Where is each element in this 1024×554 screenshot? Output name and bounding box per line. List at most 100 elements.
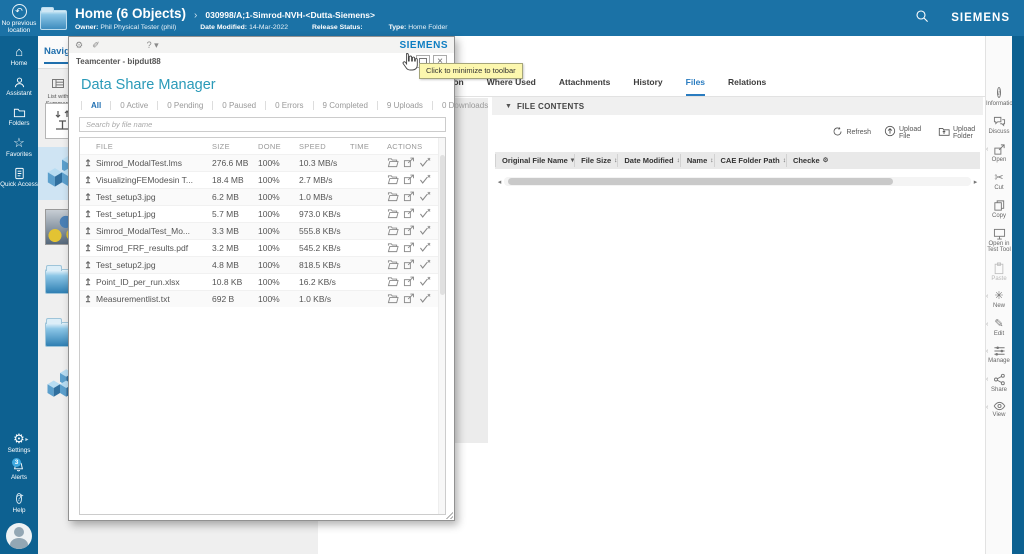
open-location-icon[interactable]: [403, 208, 415, 221]
sidebar-item-settings[interactable]: ⚙ ▸ Settings: [8, 432, 31, 454]
filter-tab[interactable]: 0 Active: [110, 101, 157, 110]
open-containing-folder-icon[interactable]: [387, 293, 399, 306]
command-new[interactable]: ‹ ✳ New: [986, 290, 1012, 310]
file-table-column[interactable]: Checke ⚙: [786, 154, 829, 167]
transfer-row[interactable]: ↥ Simrod_FRF_results.pdf 3.2 MB 100% 545…: [80, 239, 445, 256]
sidebar-item-favorites[interactable]: ☆ Favorites: [0, 136, 38, 158]
eye-icon: [986, 401, 1012, 411]
transfer-row[interactable]: ↥ Point_ID_per_run.xlsx 10.8 KB 100% 16.…: [80, 273, 445, 290]
breadcrumb[interactable]: 030998/A;1-Simrod-NVH-<Dutta-Siemens>: [205, 10, 375, 20]
clear-entry-icon[interactable]: [419, 225, 431, 238]
open-location-icon[interactable]: [403, 191, 415, 204]
sort-indicator[interactable]: ⚙: [823, 154, 829, 167]
open-containing-folder-icon[interactable]: [387, 208, 399, 221]
command-share[interactable]: ‹ Share: [986, 373, 1012, 394]
open-location-icon[interactable]: [403, 174, 415, 187]
open-location-icon[interactable]: [403, 225, 415, 238]
command-discuss[interactable]: Discuss: [986, 116, 1012, 136]
command-view[interactable]: ‹ View: [986, 401, 1012, 419]
transfer-row[interactable]: ↥ Test_setup1.jpg 5.7 MB 100% 973.0 KB/s: [80, 205, 445, 222]
scrollbar-thumb[interactable]: [508, 178, 893, 185]
upload-folder-button[interactable]: Upload Folder: [938, 124, 979, 142]
done-percent: 100%: [258, 209, 299, 219]
gear-icon[interactable]: ⚙: [75, 40, 83, 51]
file-search-input[interactable]: [79, 117, 446, 132]
scrollbar-track[interactable]: [504, 177, 971, 186]
upload-file-button[interactable]: Upload File: [884, 124, 925, 142]
transfer-row[interactable]: ↥ Simrod_ModalTest.lms 276.6 MB 100% 10.…: [80, 154, 445, 171]
open-location-icon[interactable]: [403, 293, 415, 306]
clear-entry-icon[interactable]: [419, 242, 431, 255]
file-contents-section-header[interactable]: ▼ FILE CONTENTS: [492, 97, 983, 115]
upload-arrow-icon: ↥: [80, 243, 96, 254]
open-location-icon[interactable]: [403, 157, 415, 170]
clear-entry-icon[interactable]: [419, 259, 431, 272]
filter-tab[interactable]: 0 Errors: [265, 101, 312, 110]
refresh-button[interactable]: Refresh: [832, 124, 871, 142]
file-table-column[interactable]: CAE Folder Path ↕: [714, 154, 786, 167]
scroll-left-icon[interactable]: ◂: [495, 178, 504, 186]
right-command-rail: i Information Discuss ‹ Open ✂ Cut Copy: [985, 36, 1012, 554]
open-location-icon[interactable]: [403, 259, 415, 272]
command-open-in-test-tool[interactable]: Open in Test Tool: [986, 228, 1012, 254]
command-edit[interactable]: ‹ ✎ Edit: [986, 318, 1012, 338]
transfer-row[interactable]: ↥ Test_setup2.jpg 4.8 MB 100% 818.5 KB/s: [80, 256, 445, 273]
command-manage[interactable]: ‹ Manage: [986, 345, 1012, 365]
command-open[interactable]: ‹ Open: [986, 143, 1012, 164]
horizontal-scrollbar[interactable]: ◂ ▸: [495, 176, 980, 187]
transfer-row[interactable]: ↥ Simrod_ModalTest_Mo... 3.3 MB 100% 555…: [80, 222, 445, 239]
done-percent: 100%: [258, 175, 299, 185]
transfer-row[interactable]: ↥ Measurementlist.txt 692 B 100% 1.0 KB/…: [80, 290, 445, 307]
command-paste[interactable]: Paste: [986, 262, 1012, 283]
transfer-row[interactable]: ↥ VisualizingFEModesin T... 18.4 MB 100%…: [80, 171, 445, 188]
file-table-column[interactable]: Name ↕: [680, 154, 714, 167]
user-avatar[interactable]: [6, 523, 32, 549]
open-containing-folder-icon[interactable]: [387, 174, 399, 187]
tools-icon[interactable]: ✐: [92, 40, 100, 51]
copy-icon: [986, 199, 1012, 212]
command-information[interactable]: i Information: [986, 82, 1012, 108]
discuss-icon: [986, 116, 1012, 128]
open-location-icon[interactable]: [403, 276, 415, 289]
open-location-icon[interactable]: [403, 242, 415, 255]
flyout-chevron-icon: ‹: [986, 293, 988, 300]
open-containing-folder-icon[interactable]: [387, 259, 399, 272]
filter-tab[interactable]: 0 Downloads: [432, 101, 497, 110]
filter-tab[interactable]: 0 Paused: [212, 101, 265, 110]
file-table-column[interactable]: Date Modified ↕: [617, 154, 679, 167]
file-table-column[interactable]: Original File Name ▾: [495, 154, 574, 167]
filter-tab[interactable]: 0 Pending: [157, 101, 212, 110]
file-name: VisualizingFEModesin T...: [96, 175, 212, 185]
sidebar-item-assistant[interactable]: Assistant: [0, 76, 38, 97]
vertical-scrollbar[interactable]: [438, 138, 445, 514]
sidebar-item-home[interactable]: ⌂ Home: [0, 45, 38, 67]
back-nav[interactable]: ↶ No previous location: [0, 3, 38, 34]
open-containing-folder-icon[interactable]: [387, 191, 399, 204]
sidebar-item-help[interactable]: ? ▸ Help: [13, 488, 26, 514]
search-icon[interactable]: [915, 9, 929, 28]
transfer-row[interactable]: ↥ Test_setup3.jpg 6.2 MB 100% 1.0 MB/s: [80, 188, 445, 205]
scrollbar-thumb[interactable]: [440, 155, 445, 295]
filter-tab[interactable]: 9 Completed: [313, 101, 377, 110]
open-containing-folder-icon[interactable]: [387, 276, 399, 289]
upload-arrow-icon: ↥: [80, 209, 96, 220]
filter-tab[interactable]: 9 Uploads: [377, 101, 432, 110]
file-table-column[interactable]: File Size ↕: [574, 154, 617, 167]
clear-entry-icon[interactable]: [419, 208, 431, 221]
clear-entry-icon[interactable]: [419, 191, 431, 204]
clear-entry-icon[interactable]: [419, 276, 431, 289]
scroll-right-icon[interactable]: ▸: [971, 178, 980, 186]
sidebar-item-alerts[interactable]: 3 Alerts: [11, 461, 27, 481]
clear-entry-icon[interactable]: [419, 157, 431, 170]
command-copy[interactable]: Copy: [986, 199, 1012, 220]
open-containing-folder-icon[interactable]: [387, 242, 399, 255]
help-menu[interactable]: ? ▾: [147, 40, 159, 51]
filter-tab[interactable]: All: [81, 101, 110, 110]
clear-entry-icon[interactable]: [419, 293, 431, 306]
command-cut[interactable]: ✂ Cut: [986, 172, 1012, 192]
sidebar-item-quick-access[interactable]: Quick Access: [0, 167, 38, 188]
sidebar-item-folders[interactable]: Folders: [0, 106, 38, 127]
clear-entry-icon[interactable]: [419, 174, 431, 187]
open-containing-folder-icon[interactable]: [387, 225, 399, 238]
open-containing-folder-icon[interactable]: [387, 157, 399, 170]
